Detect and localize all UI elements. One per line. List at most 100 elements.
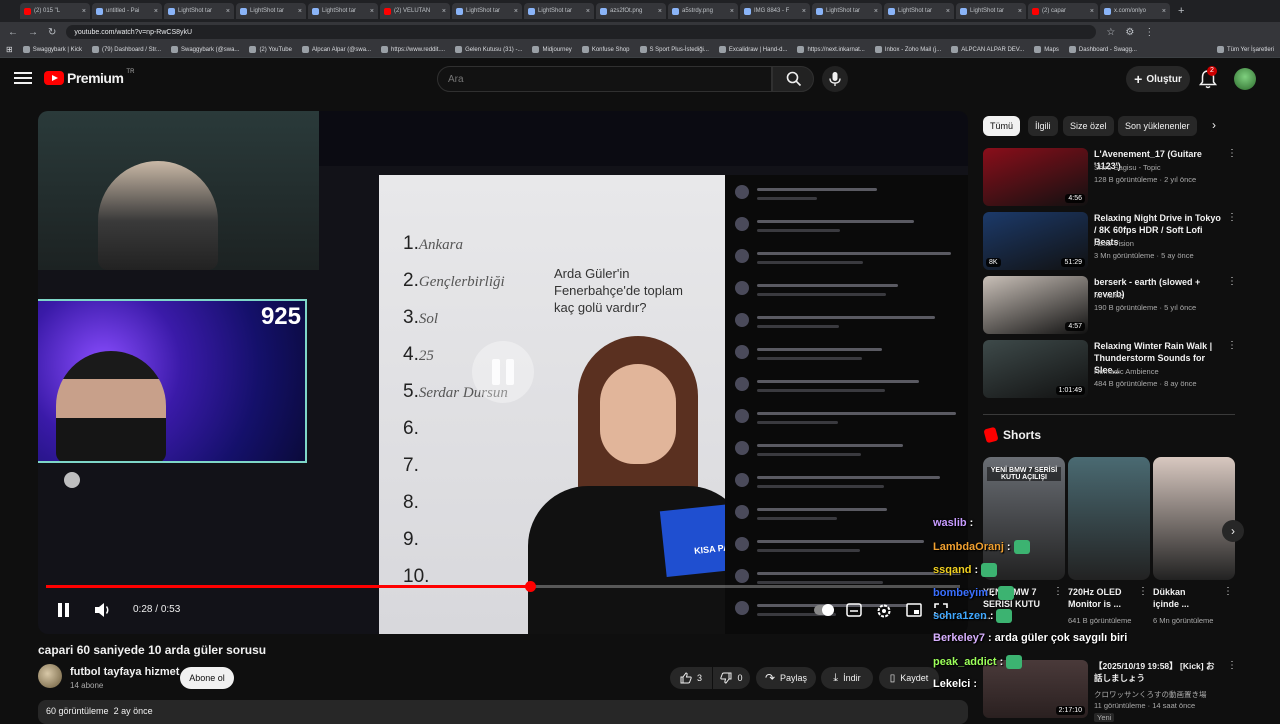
bookmark-item[interactable]: ALPCAN ALPAR DEV... xyxy=(951,46,1024,53)
close-tab-icon[interactable]: × xyxy=(802,8,806,15)
filter-chip[interactable]: İlgili xyxy=(1028,116,1058,136)
share-button[interactable]: ↷ Paylaş xyxy=(756,667,816,689)
short-thumbnail[interactable] xyxy=(1153,457,1235,580)
close-tab-icon[interactable]: × xyxy=(82,8,86,15)
settings-gear-icon[interactable] xyxy=(876,603,892,622)
bookmark-item[interactable]: Gelen Kutusu (31) -... xyxy=(455,46,522,53)
browser-tab[interactable]: LightShot tar × xyxy=(164,3,234,19)
forward-icon[interactable]: → xyxy=(28,27,38,38)
like-button[interactable]: 3 xyxy=(670,667,712,689)
autoplay-toggle[interactable] xyxy=(814,604,834,616)
more-options-icon[interactable]: ⋮ xyxy=(1053,586,1063,597)
account-avatar[interactable] xyxy=(1234,68,1256,90)
bookmark-item[interactable]: (79) Dashboard / Str... xyxy=(91,46,161,53)
bookmark-star-icon[interactable]: ☆ xyxy=(1106,27,1115,38)
dislike-button[interactable]: 0 xyxy=(713,667,750,689)
browser-tab[interactable]: LightShot tar × xyxy=(812,3,882,19)
apps-grid-icon[interactable]: ⊞ xyxy=(6,45,13,54)
hamburger-menu-icon[interactable] xyxy=(14,70,32,86)
browser-tab[interactable]: x.com/onlyo × xyxy=(1100,3,1170,19)
filter-chip[interactable]: Tümü xyxy=(983,116,1021,136)
recommendation-item[interactable]: 51:29 8K Relaxing Night Drive in Tokyo / 8… xyxy=(983,212,1237,270)
bookmark-item[interactable]: https://www.reddit.... xyxy=(381,46,445,53)
voice-search-button[interactable] xyxy=(822,66,848,92)
short-thumbnail[interactable]: YENİ BMW 7 SERİSİ KUTU AÇILIŞI xyxy=(983,457,1065,580)
bookmark-item[interactable]: Midjourney xyxy=(532,46,572,53)
close-tab-icon[interactable]: × xyxy=(586,8,590,15)
bookmark-item[interactable]: Dashboard - Swagg... xyxy=(1068,46,1137,53)
browser-tab[interactable]: (2) VELUTAN × xyxy=(380,3,450,19)
recommendation-item[interactable]: 4:56 L'Avenement_17 (Guitare '1123') Shiro… xyxy=(983,148,1237,206)
channel-name[interactable]: futbol tayfaya hizmet xyxy=(70,666,179,678)
close-tab-icon[interactable]: × xyxy=(514,8,518,15)
create-button[interactable]: + Oluştur xyxy=(1126,66,1190,92)
recommendation-item[interactable]: 1:01:49 Relaxing Winter Rain Walk | Thund… xyxy=(983,340,1237,398)
search-input[interactable] xyxy=(437,66,772,92)
browser-tab[interactable]: LightShot tar × xyxy=(452,3,522,19)
more-options-icon[interactable]: ⋮ xyxy=(1227,340,1237,351)
bookmark-item[interactable]: Alpcan Alpar (@swa... xyxy=(301,46,371,53)
short-thumbnail[interactable] xyxy=(1068,457,1150,580)
close-tab-icon[interactable]: × xyxy=(874,8,878,15)
youtube-premium-logo[interactable]: Premium TR xyxy=(44,69,134,86)
close-tab-icon[interactable]: × xyxy=(658,8,662,15)
browser-tab[interactable]: IMG 8843 - F × xyxy=(740,3,810,19)
close-tab-icon[interactable]: × xyxy=(298,8,302,15)
browser-tab[interactable]: untitled - Pai × xyxy=(92,3,162,19)
description-box[interactable]: 60 görüntüleme 2 ay önce xyxy=(38,700,968,724)
close-tab-icon[interactable]: × xyxy=(730,8,734,15)
volume-button[interactable] xyxy=(94,602,112,621)
close-tab-icon[interactable]: × xyxy=(946,8,950,15)
recommendation-item[interactable]: 4:57 berserk - earth (slowed + reverb) no … xyxy=(983,276,1237,334)
browser-tab[interactable]: LightShot tar × xyxy=(884,3,954,19)
close-tab-icon[interactable]: × xyxy=(1162,8,1166,15)
browser-tab[interactable]: LightShot tar × xyxy=(524,3,594,19)
new-tab-icon[interactable]: + xyxy=(1178,5,1184,17)
more-options-icon[interactable]: ⋮ xyxy=(1227,212,1237,223)
channel-avatar[interactable] xyxy=(38,664,62,688)
browser-tab[interactable]: a5strdy.png × xyxy=(668,3,738,19)
bookmark-item[interactable]: Excalidraw | Hand-d... xyxy=(718,46,787,53)
shorts-next-chevron-icon[interactable]: › xyxy=(1222,520,1244,542)
download-button[interactable]: ⤓ İndir xyxy=(821,667,873,689)
bookmark-item[interactable]: Konfuse Shop xyxy=(581,46,630,53)
browser-tab[interactable]: LightShot tar × xyxy=(236,3,306,19)
more-options-icon[interactable]: ⋮ xyxy=(1223,586,1233,597)
more-options-icon[interactable]: ⋮ xyxy=(1138,586,1148,597)
browser-tab[interactable]: azs2fOt.png × xyxy=(596,3,666,19)
browser-tab[interactable]: (2) capar × xyxy=(1028,3,1098,19)
browser-tab[interactable]: LightShot tar × xyxy=(956,3,1026,19)
all-bookmarks-folder[interactable]: Tüm Yer İşaretleri xyxy=(1216,46,1274,53)
save-button[interactable]: ▯ Kaydet xyxy=(879,667,939,689)
bookmark-item[interactable]: Inbox - Zoho Mail (j... xyxy=(874,46,941,53)
close-tab-icon[interactable]: × xyxy=(1090,8,1094,15)
browser-menu-icon[interactable]: ⋮ xyxy=(1144,27,1154,38)
bookmark-item[interactable]: Swaggybark | Kick xyxy=(22,46,82,53)
bookmark-item[interactable]: https://next.inkarnat... xyxy=(797,46,865,53)
more-options-icon[interactable]: ⋮ xyxy=(1227,148,1237,159)
extensions-icon[interactable]: ⚙ xyxy=(1125,27,1134,38)
close-tab-icon[interactable]: × xyxy=(370,8,374,15)
chips-next-chevron-icon[interactable]: › xyxy=(1212,118,1216,132)
bookmark-item[interactable]: Maps xyxy=(1034,46,1059,53)
close-tab-icon[interactable]: × xyxy=(1018,8,1022,15)
filter-chip[interactable]: Son yüklenenler xyxy=(1118,116,1197,136)
more-options-icon[interactable]: ⋮ xyxy=(1227,660,1237,671)
search-button[interactable] xyxy=(772,66,814,92)
pause-overlay-icon[interactable] xyxy=(472,341,534,403)
subscribe-button[interactable]: Abone ol xyxy=(180,667,234,689)
reload-icon[interactable]: ↻ xyxy=(48,27,56,38)
url-field[interactable]: youtube.com/watch?v=np-RwCS8ykU xyxy=(66,25,1097,39)
browser-tab[interactable]: LightShot tar × xyxy=(308,3,378,19)
filter-chip[interactable]: Size özel xyxy=(1063,116,1114,136)
bookmark-item[interactable]: (2) YouTube xyxy=(249,46,292,53)
video-player[interactable]: 1.Ankara 2.Gençlerbirliği 3.Sol 4.25 5.Serda… xyxy=(38,111,968,634)
more-options-icon[interactable]: ⋮ xyxy=(1227,276,1237,287)
bookmark-item[interactable]: Swaggybark (@swa... xyxy=(170,46,239,53)
close-tab-icon[interactable]: × xyxy=(442,8,446,15)
close-tab-icon[interactable]: × xyxy=(154,8,158,15)
browser-tab[interactable]: (2) 015 "L × xyxy=(20,3,90,19)
bookmark-item[interactable]: S Sport Plus-İstediği... xyxy=(639,46,709,53)
play-pause-button[interactable] xyxy=(56,602,72,621)
subtitles-icon[interactable] xyxy=(846,603,862,620)
